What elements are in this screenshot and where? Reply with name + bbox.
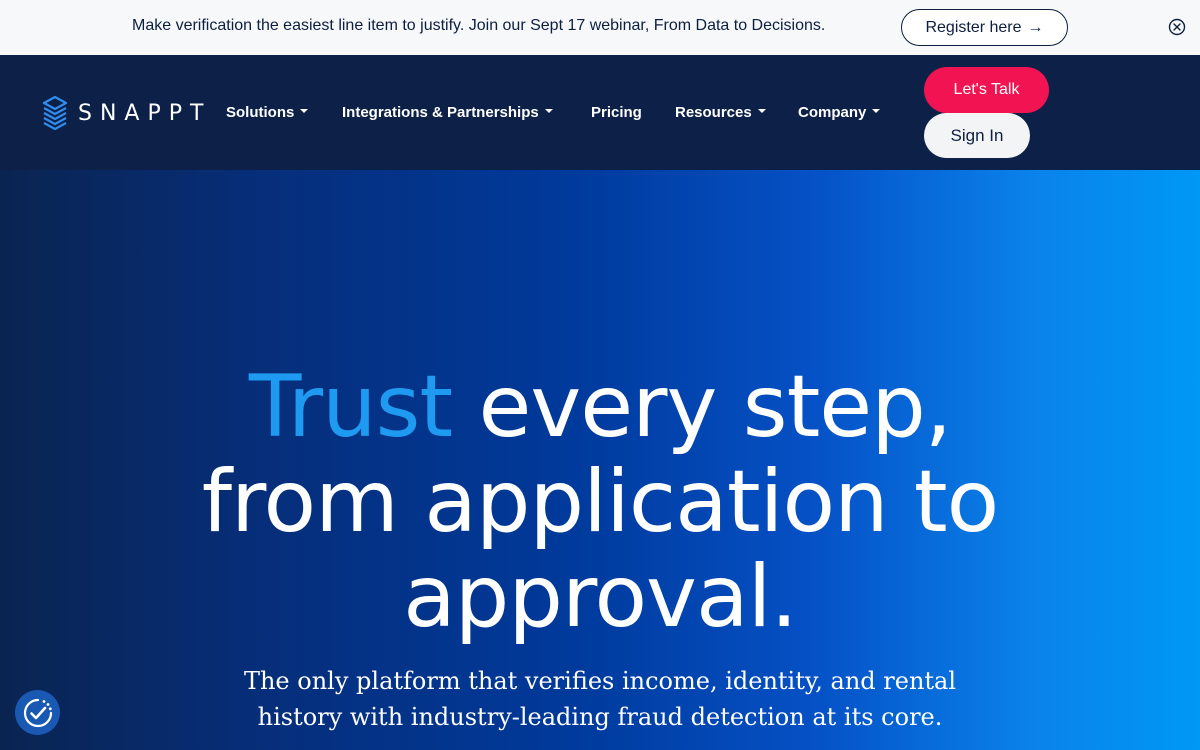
logo-stack-icon [42, 96, 68, 130]
nav-item-resources[interactable]: Resources [675, 104, 766, 121]
headline-accent: Trust [248, 357, 453, 457]
nav-item-label: Solutions [226, 104, 295, 121]
nav-item-label: Pricing [591, 104, 642, 121]
hero-subheading: The only platform that verifies income, … [0, 663, 1200, 735]
hero-section: Trust every step, from application to ap… [0, 170, 1200, 750]
subhead-line1: The only platform that verifies income, … [243, 667, 957, 695]
nav-item-company[interactable]: Company [798, 104, 881, 121]
hero-headline: Trust every step, from application to ap… [0, 360, 1200, 645]
logo-text: SNAPPT [78, 100, 212, 126]
announcement-bar: Make verification the easiest line item … [0, 0, 1200, 55]
accessibility-button[interactable] [15, 690, 60, 735]
nav-item-integrations[interactable]: Integrations & Partnerships [342, 104, 553, 121]
nav-item-pricing[interactable]: Pricing [591, 104, 642, 121]
nav-item-solutions[interactable]: Solutions [226, 104, 309, 121]
announcement-text: Make verification the easiest line item … [132, 17, 826, 34]
caret-down-icon [300, 109, 309, 113]
accessibility-check-icon [23, 698, 52, 727]
nav-item-label: Integrations & Partnerships [342, 104, 539, 121]
arrow-right-icon: → [1027, 18, 1044, 36]
nav-item-label: Resources [675, 104, 752, 121]
caret-down-icon [757, 109, 766, 113]
headline-line2: from application to [201, 452, 1000, 552]
caret-down-icon [872, 109, 881, 113]
register-label: Register here [925, 18, 1022, 36]
main-navbar: SNAPPT Solutions Integrations & Partners… [0, 55, 1200, 170]
nav-item-label: Company [798, 104, 867, 121]
headline-line1: every step, [452, 357, 952, 457]
subhead-line2: history with industry-leading fraud dete… [257, 703, 943, 731]
logo[interactable]: SNAPPT [42, 96, 211, 130]
headline-line3: approval. [403, 547, 798, 647]
sign-in-button[interactable]: Sign In [924, 113, 1030, 158]
close-icon[interactable] [1168, 18, 1186, 36]
caret-down-icon [544, 109, 553, 113]
lets-talk-button[interactable]: Let's Talk [924, 67, 1049, 113]
register-button[interactable]: Register here → [901, 9, 1068, 46]
